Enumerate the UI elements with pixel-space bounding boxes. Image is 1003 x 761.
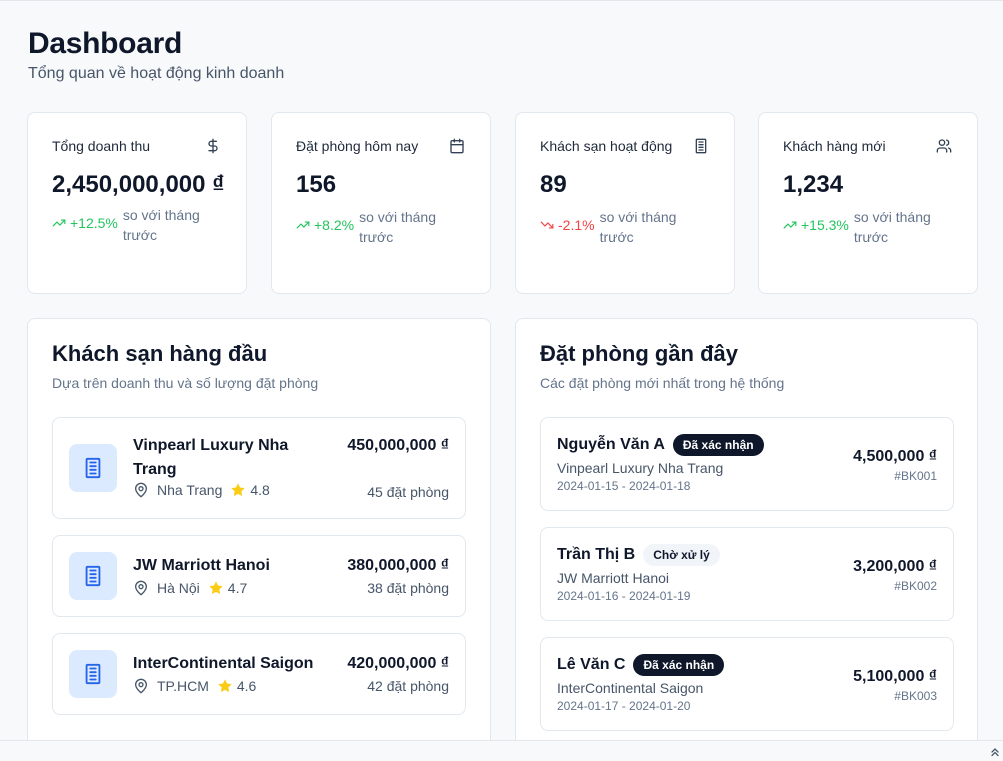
hotel-list-item[interactable]: Vinpearl Luxury Nha Trang Nha Trang 4.8 … [52,417,466,519]
stat-value: 156 [296,171,337,198]
chevron-up-double-icon[interactable] [989,745,1001,761]
map-pin-icon [133,482,149,498]
stat-label: Khách hàng mới [783,138,886,154]
booking-list-item[interactable]: Nguyễn Văn A Đã xác nhận Vinpearl Luxury… [540,417,954,511]
hotel-name: JW Marriott Hanoi [133,557,270,574]
hotel-meta: Hà Nội 4.7 [133,580,247,596]
trending-up-icon [783,221,797,229]
stat-value: 89 [540,171,567,198]
customer-name: Trần Thị B [557,546,636,563]
status-badge: Chờ xử lý [643,544,720,566]
hotel-revenue: 420,000,000 ₫ [347,655,449,672]
hotel-rating: 4.6 [236,678,257,694]
panel-title: Đặt phòng gần đây [540,341,738,366]
hotel-list-item[interactable]: InterContinental Saigon TP.HCM 4.6 420,0… [52,633,466,715]
stat-card-active-hotels: Khách sạn hoạt động 89 -2.1% so với thán… [515,112,735,294]
booking-list-item[interactable]: Trần Thị B Chờ xử lý JW Marriott Hanoi 2… [540,527,954,621]
booking-code: #BK001 [894,469,937,483]
compare-text: so với tháng trước [853,209,931,245]
booking-amount: 4,500,000 ₫ [853,448,937,465]
hotel-location: Nha Trang [157,482,223,498]
trend-indicator: +8.2% [296,217,354,233]
trend-indicator: -2.1% [540,217,595,233]
booking-dates: 2024-01-16 - 2024-01-19 [557,589,691,603]
booking-code: #BK003 [894,689,937,703]
booking-hotel: InterContinental Saigon [557,680,704,696]
booking-amount: 5,100,000 ₫ [853,668,937,685]
bottom-bar [0,740,1003,761]
customer-name: Nguyễn Văn A [557,436,665,453]
trend-value: +12.5% [70,215,118,231]
page-title: Dashboard [28,27,182,60]
trend-value: -2.1% [558,217,595,233]
hotel-name: Vinpearl Luxury Nha Trang [133,437,289,478]
stat-label: Tổng doanh thu [52,138,151,154]
top-hotels-panel: Khách sạn hàng đầu Dựa trên doanh thu và… [27,318,491,761]
trend-value: +8.2% [314,217,355,233]
booking-hotel: Vinpearl Luxury Nha Trang [557,460,724,476]
booking-dates: 2024-01-17 - 2024-01-20 [557,699,691,713]
hotel-icon [69,650,117,698]
trend-value: +15.3% [801,217,849,233]
booking-dates: 2024-01-15 - 2024-01-18 [557,479,691,493]
customer-name: Lê Văn C [557,656,626,673]
building-icon [692,137,710,155]
booking-code: #BK002 [894,579,937,593]
hotel-meta: TP.HCM 4.6 [133,678,256,694]
stat-label: Khách sạn hoạt động [540,138,673,154]
hotel-name: InterContinental Saigon [133,655,314,672]
hotel-meta: Nha Trang 4.8 [133,482,270,498]
dashboard-page: Dashboard Tổng quan về hoạt động kinh do… [0,0,1003,761]
panel-subtitle: Dựa trên doanh thu và số lượng đặt phòng [52,375,319,391]
page-header: Dashboard Tổng quan về hoạt động kinh do… [28,27,284,83]
panel-subtitle: Các đặt phòng mới nhất trong hệ thống [540,375,785,391]
trend-indicator: +15.3% [783,217,849,233]
status-badge: Đã xác nhận [672,434,764,456]
map-pin-icon [133,580,149,596]
hotel-revenue: 380,000,000 ₫ [347,557,449,574]
booking-amount: 3,200,000 ₫ [853,558,937,575]
stat-label: Đặt phòng hôm nay [296,138,419,154]
map-pin-icon [133,678,149,694]
compare-text: so với tháng trước [359,209,436,245]
hotel-revenue: 450,000,000 ₫ [347,437,449,454]
hotel-bookings: 38 đặt phòng [367,580,449,596]
hotel-bookings: 42 đặt phòng [367,678,449,694]
trending-up-icon [296,221,310,229]
booking-hotel: JW Marriott Hanoi [557,570,670,586]
trending-up-icon [52,219,66,227]
trending-down-icon [540,221,554,229]
hotel-location: TP.HCM [157,678,209,694]
hotel-list-item[interactable]: JW Marriott Hanoi Hà Nội 4.7 380,000,000… [52,535,466,617]
hotel-icon [69,444,117,492]
recent-bookings-panel: Đặt phòng gần đây Các đặt phòng mới nhất… [515,318,978,761]
booking-list-item[interactable]: Lê Văn C Đã xác nhận InterContinental Sa… [540,637,954,731]
stat-value: 2,450,000,000 ₫ [52,171,225,198]
panel-title: Khách sạn hàng đầu [52,341,268,366]
hotel-location: Hà Nội [157,580,200,596]
stat-value: 1,234 [783,171,844,198]
compare-text: so với tháng trước [599,209,677,245]
hotel-icon [69,552,117,600]
compare-text: so với tháng trước [122,207,200,243]
star-icon [208,580,224,596]
stat-card-revenue: Tổng doanh thu 2,450,000,000 ₫ +12.5% so… [27,112,247,294]
hotel-bookings: 45 đặt phòng [367,484,449,500]
calendar-icon [448,137,466,155]
stat-card-new-customers: Khách hàng mới 1,234 +15.3% so với tháng… [758,112,978,294]
star-icon [230,482,246,498]
hotel-rating: 4.8 [250,482,270,498]
hotel-rating: 4.7 [227,580,248,596]
page-subtitle: Tổng quan về hoạt động kinh doanh [28,65,285,82]
status-badge: Đã xác nhận [633,654,725,676]
users-icon [935,137,953,155]
stat-card-bookings-today: Đặt phòng hôm nay 156 +8.2% so với tháng… [271,112,491,294]
star-icon [217,678,233,694]
trend-indicator: +12.5% [52,215,118,231]
dollar-icon [204,137,222,155]
